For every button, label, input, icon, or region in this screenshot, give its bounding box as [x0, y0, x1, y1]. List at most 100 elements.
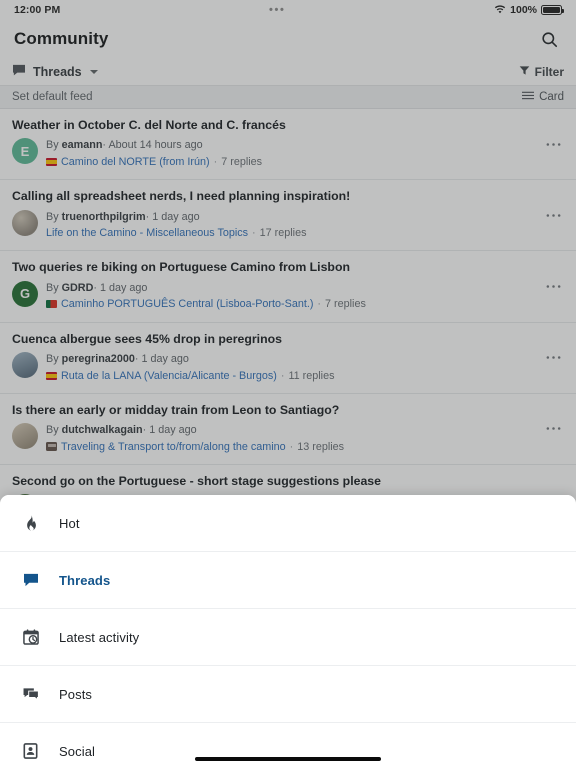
app-root: 12:00 PM ••• 100% Community Threads Filt…	[0, 0, 576, 768]
avatar[interactable]: G	[12, 280, 38, 307]
thread-forum-link[interactable]: Caminho PORTUGUÊS Central (Lisboa-Porto-…	[61, 296, 313, 312]
thread-reply-count: 7 replies	[325, 298, 366, 311]
meta-separator: ·	[142, 424, 147, 437]
thread-meta: By peregrina2000· 1 day ago Ruta de la L…	[12, 351, 564, 384]
meta-separator: ·	[145, 210, 150, 223]
page-title: Community	[14, 29, 109, 48]
status-time: 12:00 PM	[14, 4, 61, 16]
thread-title[interactable]: Is there an early or midday train from L…	[12, 403, 564, 418]
contact-card-icon	[22, 743, 39, 760]
by-prefix: By	[46, 210, 59, 223]
thread-list-item[interactable]: Calling all spreadsheet nerds, I need pl…	[0, 180, 576, 252]
thread-more-button[interactable]	[540, 347, 566, 369]
thread-time: 1 day ago	[141, 352, 189, 365]
by-prefix: By	[46, 424, 59, 437]
thread-meta: G By GDRD· 1 day ago Caminho PORTUGUÊS C…	[12, 280, 564, 313]
thread-forum-link[interactable]: Traveling & Transport to/from/along the …	[61, 439, 286, 455]
thread-forum-line: Camino del NORTE (from Irún) · 7 replies	[46, 154, 564, 170]
feed-type-label: Hot	[59, 515, 80, 531]
thread-author[interactable]: peregrina2000	[62, 353, 135, 365]
flame-icon	[22, 515, 39, 532]
status-dots: •••	[269, 3, 286, 16]
by-prefix: By	[46, 281, 59, 294]
thread-forum-line: Ruta de la LANA (Valencia/Alicante - Bur…	[46, 368, 564, 384]
thread-forum-link[interactable]: Camino del NORTE (from Irún)	[61, 154, 210, 170]
filter-icon	[519, 65, 530, 79]
thread-forum-link[interactable]: Ruta de la LANA (Valencia/Alicante - Bur…	[61, 368, 277, 384]
avatar-initial: G	[19, 286, 31, 302]
view-mode-button[interactable]: Card	[522, 91, 564, 103]
thread-forum-link[interactable]: Life on the Camino - Miscellaneous Topic…	[46, 225, 248, 241]
thread-list-item[interactable]: Weather in October C. del Norte and C. f…	[0, 109, 576, 181]
by-prefix: By	[46, 352, 59, 365]
status-bar: 12:00 PM ••• 100%	[0, 0, 576, 20]
feed-selector-label: Threads	[33, 64, 82, 79]
avatar-initial: E	[20, 143, 30, 159]
thread-author[interactable]: GDRD	[62, 282, 94, 294]
search-icon[interactable]	[536, 26, 562, 52]
feed-type-item-threads[interactable]: Threads	[0, 552, 576, 609]
thread-author-line: By peregrina2000· 1 day ago	[46, 352, 564, 368]
thread-meta: By dutchwalkagain· 1 day ago Traveling &…	[12, 423, 564, 455]
thread-list-item[interactable]: Is there an early or midday train from L…	[0, 394, 576, 465]
thread-reply-count: 11 replies	[288, 369, 335, 382]
thread-title[interactable]: Calling all spreadsheet nerds, I need pl…	[12, 189, 564, 204]
feed-selector[interactable]: Threads	[12, 63, 98, 81]
set-default-feed-button[interactable]: Set default feed	[12, 91, 93, 103]
thread-reply-count: 17 replies	[259, 227, 307, 240]
battery-percent: 100%	[510, 4, 537, 16]
flag-portugal-icon	[46, 300, 57, 309]
feed-type-list: Hot Threads Latest activity Posts Social…	[0, 495, 576, 768]
thread-list-item[interactable]: Cuenca albergue sees 45% drop in peregri…	[0, 323, 576, 394]
thread-forum-line: Traveling & Transport to/from/along the …	[46, 439, 564, 455]
thread-meta-text: By GDRD· 1 day ago Caminho PORTUGUÊS Cen…	[46, 281, 564, 313]
sub-bar: Set default feed Card	[0, 86, 576, 109]
thread-forum-line: Life on the Camino - Miscellaneous Topic…	[46, 225, 564, 241]
thread-more-button[interactable]	[540, 133, 566, 155]
flag-spain-icon	[46, 371, 57, 380]
thread-title[interactable]: Weather in October C. del Norte and C. f…	[12, 118, 564, 133]
feed-type-label: Latest activity	[59, 629, 140, 645]
feed-type-item-latest-activity[interactable]: Latest activity	[0, 609, 576, 666]
threads-icon	[22, 572, 39, 589]
thread-more-button[interactable]	[540, 275, 566, 297]
thread-meta: By truenorthpilgrim· 1 day ago Life on t…	[12, 209, 564, 242]
avatar[interactable]	[12, 351, 38, 378]
thread-author[interactable]: truenorthpilgrim	[62, 211, 146, 223]
avatar[interactable]: E	[12, 138, 38, 165]
threads-icon	[12, 63, 26, 81]
meta-dot: ·	[213, 156, 218, 168]
feed-type-item-hot[interactable]: Hot	[0, 495, 576, 552]
list-lines-icon	[522, 91, 535, 103]
feed-type-bottom-sheet: Hot Threads Latest activity Posts Social…	[0, 495, 576, 768]
thread-author[interactable]: eamann	[62, 139, 103, 151]
home-indicator	[195, 756, 381, 761]
thread-author[interactable]: dutchwalkagain	[62, 424, 143, 436]
meta-dot: ·	[252, 227, 256, 240]
thread-reply-count: 7 replies	[221, 156, 263, 168]
feed-type-item-social[interactable]: Social	[0, 723, 576, 768]
feed-type-label: Posts	[59, 686, 93, 702]
thread-more-button[interactable]	[540, 418, 566, 440]
thread-reply-count: 13 replies	[297, 440, 345, 453]
app-header: Community	[0, 20, 576, 58]
thread-meta-text: By truenorthpilgrim· 1 day ago Life on t…	[46, 210, 564, 242]
thread-author-line: By dutchwalkagain· 1 day ago	[46, 423, 564, 439]
thread-title[interactable]: Second go on the Portuguese - short stag…	[12, 474, 564, 489]
filter-label: Filter	[534, 64, 564, 79]
feed-type-item-posts[interactable]: Posts	[0, 666, 576, 723]
by-prefix: By	[46, 139, 59, 152]
thread-list-item[interactable]: Two queries re biking on Portuguese Cami…	[0, 251, 576, 323]
calendar-clock-icon	[22, 629, 39, 646]
thread-title[interactable]: Cuenca albergue sees 45% drop in peregri…	[12, 332, 564, 347]
transport-icon	[46, 442, 57, 452]
comments-icon	[22, 686, 39, 703]
status-center: •••	[60, 3, 494, 16]
thread-title[interactable]: Two queries re biking on Portuguese Cami…	[12, 260, 564, 275]
thread-more-button[interactable]	[540, 204, 566, 226]
avatar[interactable]	[12, 209, 38, 236]
chevron-down-icon	[89, 69, 98, 74]
avatar[interactable]	[12, 423, 38, 450]
meta-separator: ·	[93, 281, 98, 294]
filter-button[interactable]: Filter	[519, 65, 564, 79]
